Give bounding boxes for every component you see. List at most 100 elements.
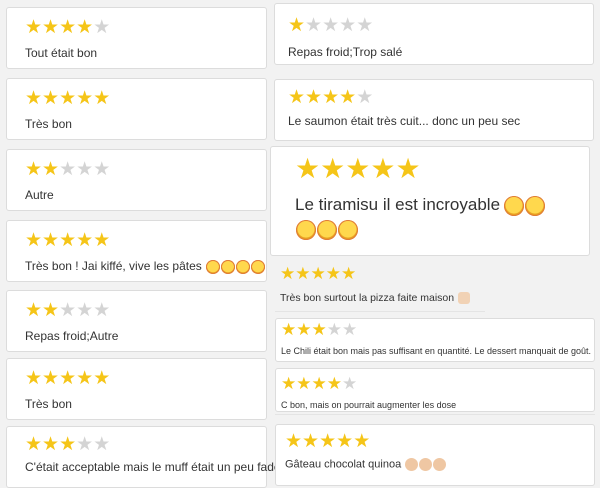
star-filled-icon: ★ (76, 88, 94, 109)
review-text: Le Chili était bon mais pas suffisant en… (281, 346, 592, 356)
star-empty-icon: ★ (76, 300, 94, 321)
star-filled-icon: ★ (319, 431, 337, 452)
review-card: ★ ★ ★ ★ ★ Autre (6, 149, 267, 211)
star-struck-icon (317, 220, 337, 241)
review-card: ★ ★ ★ ★ ★ Gâteau chocolat quinoa (275, 424, 595, 486)
star-empty-icon: ★ (59, 300, 77, 321)
star-filled-icon: ★ (42, 230, 60, 251)
star-filled-icon: ★ (42, 368, 60, 389)
star-filled-icon: ★ (295, 153, 321, 184)
star-filled-icon: ★ (93, 230, 111, 251)
review-card: ★ ★ ★ ★ ★ Très bon (6, 78, 267, 140)
star-filled-icon: ★ (42, 434, 60, 455)
star-rating: ★ ★ ★ ★ ★ (25, 231, 110, 250)
review-card: ★ ★ ★ ★ ★ Très bon ! Jai kiffé, vive les pâte… (6, 220, 267, 282)
star-rating: ★ ★ ★ ★ ★ (285, 432, 370, 451)
star-filled-icon: ★ (280, 264, 296, 283)
review-card: ★ ★ ★ ★ ★ Le saumon était très cuit... donc u… (274, 79, 594, 141)
review-text: Autre (25, 188, 54, 202)
star-filled-icon: ★ (42, 300, 60, 321)
star-rating: ★ ★ ★ ★ ★ (281, 321, 357, 338)
star-filled-icon: ★ (25, 368, 43, 389)
review-card: ★ ★ ★ ★ ★ Le tiramisu il est incroyable (270, 146, 590, 256)
star-filled-icon: ★ (59, 17, 77, 38)
star-filled-icon: ★ (311, 320, 327, 339)
star-rating: ★ ★ ★ ★ ★ (25, 369, 110, 388)
star-rating: ★ ★ ★ ★ ★ (25, 18, 110, 37)
star-rating: ★ ★ ★ ★ ★ (25, 89, 110, 108)
review-card: ★ ★ ★ ★ ★ C bon, mais on pourrait augmenter l… (275, 368, 595, 412)
star-rating: ★ ★ ★ ★ ★ (280, 265, 356, 282)
star-struck-icon (338, 220, 358, 241)
star-rating: ★ ★ ★ ★ ★ (25, 301, 110, 320)
star-rating: ★ ★ ★ ★ ★ (25, 160, 110, 179)
ok-hand-icon (419, 458, 433, 471)
review-text: Le saumon était très cuit... donc un peu… (288, 114, 521, 128)
star-empty-icon: ★ (59, 159, 77, 180)
star-filled-icon: ★ (320, 153, 346, 184)
star-filled-icon: ★ (370, 153, 396, 184)
review-card: ★ ★ ★ ★ ★ Tout était bon (6, 7, 267, 69)
review-text: Le tiramisu il est incroyable (295, 195, 501, 214)
star-filled-icon: ★ (295, 264, 311, 283)
star-empty-icon: ★ (76, 159, 94, 180)
review-text: C bon, mais on pourrait augmenter les do… (281, 400, 457, 410)
star-struck-icon (235, 259, 250, 274)
star-empty-icon: ★ (342, 374, 358, 393)
star-empty-icon: ★ (339, 15, 357, 36)
star-filled-icon: ★ (59, 88, 77, 109)
star-filled-icon: ★ (302, 431, 320, 452)
star-filled-icon: ★ (59, 434, 77, 455)
star-filled-icon: ★ (296, 374, 312, 393)
star-struck-icon (220, 259, 235, 274)
star-filled-icon: ★ (395, 153, 421, 184)
thumbs-up-icon (458, 292, 471, 305)
star-filled-icon: ★ (288, 87, 306, 108)
star-filled-icon: ★ (341, 264, 357, 283)
review-text: Tout était bon (25, 46, 98, 60)
star-filled-icon: ★ (25, 230, 43, 251)
star-struck-icon (205, 259, 220, 274)
divider (275, 311, 485, 312)
star-rating: ★ ★ ★ ★ ★ (25, 435, 110, 454)
review-text: Très bon (25, 117, 72, 131)
star-filled-icon: ★ (25, 88, 43, 109)
star-empty-icon: ★ (93, 17, 111, 38)
star-filled-icon: ★ (281, 320, 297, 339)
review-card: ★ ★ ★ ★ ★ Très bon (6, 358, 267, 420)
star-filled-icon: ★ (353, 431, 371, 452)
star-empty-icon: ★ (356, 15, 374, 36)
star-empty-icon: ★ (326, 320, 342, 339)
review-card: ★ ★ ★ ★ ★ Très bon surtout la pizza faite mai… (275, 258, 485, 310)
star-filled-icon: ★ (322, 87, 340, 108)
star-filled-icon: ★ (285, 431, 303, 452)
star-filled-icon: ★ (76, 368, 94, 389)
star-empty-icon: ★ (305, 15, 323, 36)
review-card: ★ ★ ★ ★ ★ Repas froid;Trop salé (274, 3, 594, 65)
review-text: Très bon surtout la pizza faite maison (280, 292, 455, 304)
star-rating: ★ ★ ★ ★ ★ (295, 155, 421, 183)
star-struck-icon (504, 195, 525, 216)
star-rating: ★ ★ ★ ★ ★ (288, 88, 373, 107)
star-filled-icon: ★ (93, 88, 111, 109)
star-filled-icon: ★ (42, 88, 60, 109)
star-filled-icon: ★ (281, 374, 297, 393)
star-filled-icon: ★ (25, 434, 43, 455)
star-filled-icon: ★ (25, 17, 43, 38)
star-empty-icon: ★ (93, 159, 111, 180)
star-empty-icon: ★ (356, 87, 374, 108)
star-filled-icon: ★ (339, 87, 357, 108)
star-empty-icon: ★ (93, 300, 111, 321)
review-card: ★ ★ ★ ★ ★ Repas froid;Autre (6, 290, 267, 352)
review-card: ★ ★ ★ ★ ★ C'était acceptable mais le muff éta… (6, 426, 281, 488)
star-filled-icon: ★ (25, 300, 43, 321)
star-filled-icon: ★ (25, 159, 43, 180)
star-filled-icon: ★ (93, 368, 111, 389)
star-empty-icon: ★ (76, 434, 94, 455)
star-filled-icon: ★ (59, 368, 77, 389)
star-filled-icon: ★ (288, 15, 306, 36)
review-text: C'était acceptable mais le muff était un… (25, 460, 281, 474)
ok-hand-icon (433, 458, 447, 471)
star-empty-icon: ★ (342, 320, 358, 339)
star-filled-icon: ★ (326, 374, 342, 393)
